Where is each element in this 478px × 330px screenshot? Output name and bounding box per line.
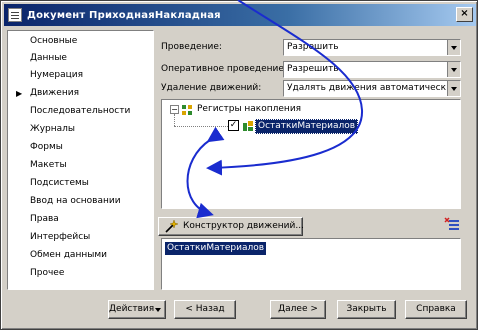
close-dialog-button[interactable]: Закрыть	[337, 300, 396, 319]
list-settings-icon[interactable]	[444, 217, 460, 232]
registers-tree: − Регистры накопления ✓ ОстаткиМатериало…	[161, 99, 461, 209]
sidebar-item-journals[interactable]: Журналы	[8, 121, 153, 138]
register-tree-icon	[182, 105, 192, 115]
realtime-posting-value: Разрешить	[287, 64, 339, 74]
delete-movements-label: Удаление движений:	[161, 83, 262, 93]
sidebar-item-templates[interactable]: Макеты	[8, 157, 153, 174]
actions-button[interactable]: Действия	[108, 300, 166, 319]
window-title: Документ ПриходнаяНакладная	[27, 9, 221, 21]
posting-select[interactable]: Разрешить	[283, 39, 461, 56]
tree-connector	[174, 114, 175, 126]
register-icon	[243, 121, 253, 131]
dialog-window: Документ ПриходнаяНакладная × Основные Д…	[0, 0, 478, 330]
sidebar-item-label: Права	[30, 214, 59, 224]
sidebar-item-label: Движения	[30, 88, 79, 98]
sidebar-item-main[interactable]: Основные	[8, 33, 153, 50]
chevron-down-icon[interactable]	[447, 40, 460, 55]
movements-result-list: ОстаткиМатериалов	[161, 238, 461, 290]
sidebar-item-label: Журналы	[30, 124, 75, 134]
chevron-down-icon[interactable]	[447, 81, 460, 96]
sidebar-item-data-exchange[interactable]: Обмен данными	[8, 247, 153, 264]
wand-icon	[165, 220, 178, 233]
collapse-icon[interactable]: −	[170, 105, 179, 114]
sidebar-item-label: Ввод на основании	[30, 196, 121, 206]
sidebar-item-numbering[interactable]: Нумерация	[8, 67, 153, 84]
delete-movements-value: Удалять движения автоматическ	[287, 83, 447, 93]
sidebar-item-label: Данные	[30, 53, 67, 63]
active-marker-icon: ▶	[16, 89, 23, 98]
sidebar-item-rights[interactable]: Права	[8, 211, 153, 228]
delete-movements-select[interactable]: Удалять движения автоматическ	[283, 80, 461, 97]
movements-constructor-button[interactable]: Конструктор движений...	[158, 217, 304, 236]
sidebar-item-sequences[interactable]: Последовательности	[8, 103, 153, 120]
tree-root-label[interactable]: Регистры накопления	[197, 102, 301, 116]
sidebar-item-movements[interactable]: ▶ Движения	[8, 85, 153, 102]
title-bar[interactable]: Документ ПриходнаяНакладная ×	[4, 4, 476, 26]
back-button[interactable]: < Назад	[174, 300, 236, 319]
sidebar-item-label: Формы	[30, 142, 63, 152]
sidebar-item-other[interactable]: Прочее	[8, 265, 153, 282]
list-item[interactable]: ОстаткиМатериалов	[165, 242, 267, 255]
chevron-down-icon[interactable]	[447, 62, 460, 77]
sidebar-item-forms[interactable]: Формы	[8, 139, 153, 156]
realtime-posting-label: Оперативное проведение:	[161, 64, 287, 74]
posting-value: Разрешить	[287, 42, 339, 52]
sidebar-item-label: Нумерация	[30, 70, 84, 80]
sidebar-item-based-on[interactable]: Ввод на основании	[8, 193, 153, 210]
tree-connector	[174, 126, 230, 127]
next-button[interactable]: Далее >	[270, 300, 326, 319]
sidebar-nav: Основные Данные Нумерация ▶ Движения Посл…	[7, 30, 154, 290]
constructor-button-label: Конструктор движений...	[183, 221, 304, 231]
sidebar-item-label: Прочее	[30, 268, 65, 278]
sidebar-item-label: Макеты	[30, 160, 67, 170]
help-button[interactable]: Справка	[405, 300, 467, 319]
close-button[interactable]: ×	[456, 7, 473, 22]
sidebar-item-label: Основные	[30, 36, 78, 46]
sidebar-item-subsystems[interactable]: Подсистемы	[8, 175, 153, 192]
posting-label: Проведение:	[161, 42, 222, 52]
sidebar-item-data[interactable]: Данные	[8, 50, 153, 67]
sidebar-item-label: Интерфейсы	[30, 232, 91, 242]
sidebar-item-label: Последовательности	[30, 106, 131, 116]
register-checkbox[interactable]: ✓	[228, 120, 239, 131]
tree-item-register[interactable]: ОстаткиМатериалов	[255, 119, 359, 134]
document-icon	[8, 8, 22, 22]
realtime-posting-select[interactable]: Разрешить	[283, 61, 461, 78]
sidebar-item-label: Подсистемы	[30, 178, 89, 188]
sidebar-item-interfaces[interactable]: Интерфейсы	[8, 229, 153, 246]
sidebar-item-label: Обмен данными	[30, 250, 107, 260]
